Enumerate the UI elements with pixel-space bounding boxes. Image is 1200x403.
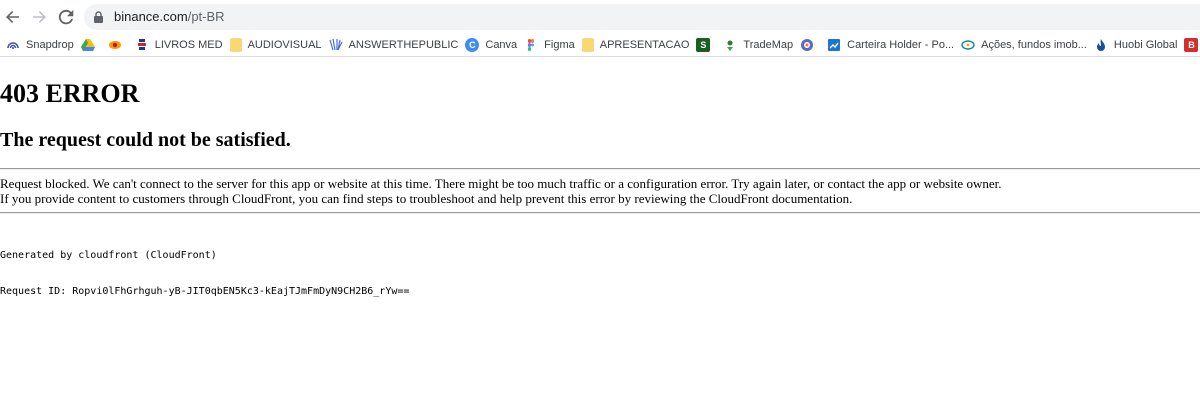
page-subtitle: The request could not be satisfied. — [0, 129, 291, 151]
message-line: If you provide content to customers thro… — [0, 191, 853, 206]
folder-icon — [581, 37, 594, 52]
bookmark-b[interactable]: B — [1182, 35, 1200, 55]
bookmark-apresentacao[interactable]: APRESENTACAO — [580, 35, 695, 55]
b-icon: B — [1184, 37, 1199, 52]
chart-icon — [827, 38, 841, 52]
browser-toolbar: binance.com/pt-BR — [0, 0, 1200, 33]
generated-by: Generated by cloudfront (CloudFront) — [0, 250, 217, 261]
canva-icon: C — [465, 37, 480, 52]
bookmark-audiovisual[interactable]: AUDIOVISUAL — [228, 35, 327, 55]
trademap-icon — [723, 38, 737, 52]
folder-icon — [229, 37, 242, 52]
bookmark-huobi-global[interactable]: Huobi Global — [1092, 35, 1183, 55]
bookmark-trademap[interactable]: TradeMap — [721, 35, 798, 55]
bookmark-answerthepublic[interactable]: ANSWERTHEPUBLIC — [327, 35, 464, 55]
statusinvest-icon — [961, 38, 975, 52]
bookmarks-bar: Snapdrop LIVROS MED AUDIOVISUAL ANSWERTH… — [0, 33, 1200, 57]
page-title: 403 ERROR — [0, 79, 140, 108]
answerthepublic-icon — [328, 38, 343, 52]
bookmark-canva[interactable]: C Canva — [463, 35, 522, 55]
bookmark-globe[interactable] — [798, 35, 825, 55]
divider — [0, 168, 1200, 170]
bookmark-s[interactable]: S — [694, 35, 721, 55]
error-message: Request blocked. We can't connect to the… — [0, 176, 1200, 206]
snapdrop-icon — [6, 38, 20, 52]
google-drive-icon — [80, 38, 95, 52]
bookmark-eye[interactable] — [106, 35, 133, 55]
back-icon[interactable] — [3, 7, 23, 27]
flame-icon — [1094, 38, 1108, 52]
bookmark-livros-med[interactable]: LIVROS MED — [133, 35, 228, 55]
address-bar[interactable]: binance.com/pt-BR — [84, 4, 1200, 30]
error-page: 403 ERROR The request could not be satis… — [0, 58, 1200, 403]
message-line: Request blocked. We can't connect to the… — [0, 176, 1002, 191]
bookmark-acoes-fundos[interactable]: Ações, fundos imob... — [959, 35, 1092, 55]
eye-icon — [108, 38, 122, 52]
error-details: Generated by cloudfront (CloudFront) Req… — [0, 226, 409, 322]
forward-icon[interactable] — [29, 7, 49, 27]
lock-icon — [94, 11, 103, 23]
bookmark-google-drive[interactable] — [79, 35, 106, 55]
bookmark-snapdrop[interactable]: Snapdrop — [4, 35, 79, 55]
request-id: Request ID: Ropvi0lFhGrhguh-yB-JIT0qbEN5… — [0, 286, 410, 297]
s-icon: S — [696, 37, 711, 52]
url-text: binance.com/pt-BR — [114, 9, 225, 24]
figma-icon — [524, 38, 538, 52]
books-icon — [135, 38, 149, 52]
globe-icon — [800, 38, 814, 52]
divider — [0, 212, 1200, 214]
bookmark-figma[interactable]: Figma — [522, 35, 580, 55]
reload-icon[interactable] — [56, 7, 76, 27]
bookmark-carteira-holder[interactable]: Carteira Holder - Po... — [825, 35, 959, 55]
